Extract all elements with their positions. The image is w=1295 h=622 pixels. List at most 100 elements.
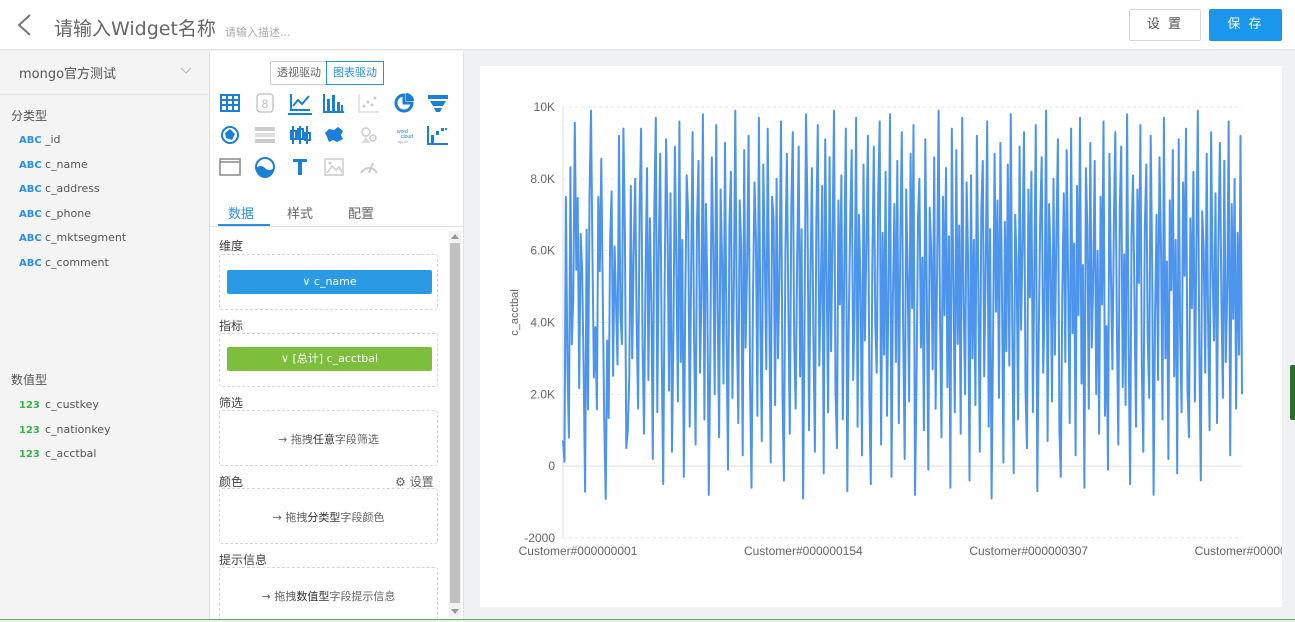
scroll-down-icon[interactable] [451, 609, 459, 614]
svg-text:8: 8 [262, 97, 269, 111]
field-type-tag: ABC [19, 135, 42, 146]
bubble-map-icon[interactable] [357, 123, 381, 147]
chart-area: 10K 8.0K 6.0K 4.0K 2.0K 0 -2000 c_acctbal Custom… [465, 51, 1295, 619]
image-icon[interactable] [322, 155, 346, 179]
scatter-icon[interactable] [357, 91, 381, 115]
widget-description-input[interactable]: 请输入描述... [225, 24, 291, 40]
numeric-group-label: 数值型 [11, 373, 48, 387]
category-group-label: 分类型 [11, 109, 48, 123]
field-type-tag: ABC [19, 257, 42, 269]
scroll-up-icon[interactable] [451, 234, 459, 239]
metric-pill[interactable]: ∨ [总计] c_acctbal [227, 347, 432, 371]
filter-label: 筛选 [219, 396, 244, 410]
back-arrow-icon[interactable] [14, 13, 36, 37]
filter-dropzone[interactable]: → 拖拽任意字段筛选 [219, 410, 438, 466]
rectangle-icon[interactable] [218, 155, 242, 179]
active-tab-indicator [218, 224, 270, 226]
datasource-name: mongo官方测试 [19, 67, 117, 82]
number-icon[interactable]: 8 [253, 91, 277, 115]
waterfall-icon[interactable] [426, 123, 450, 147]
gauge-icon[interactable] [357, 155, 381, 179]
field-type-tag: 123 [19, 424, 40, 436]
text-icon[interactable] [288, 155, 312, 179]
field-type-tag: ABC [19, 159, 42, 171]
config-panel: 透视驱动 图表驱动 8 word cloud apple 数据 样式 配置 维度 ∨… [210, 51, 464, 622]
y-tick-label: 0 [548, 459, 555, 473]
field-name: _id [45, 133, 61, 146]
tab-config[interactable]: 配置 [348, 203, 374, 222]
line-chart[interactable]: 10K 8.0K 6.0K 4.0K 2.0K 0 -2000 c_acctbal Custom… [480, 66, 1295, 607]
color-hint: → 拖拽分类型字段颜色 [272, 511, 385, 524]
field-name: c_acctbal [45, 447, 97, 460]
fields-panel: mongo官方测试 分类型 ABC _id ABC c_name ABC c_addres… [0, 51, 210, 619]
field-name: c_comment [45, 255, 109, 269]
field-name: c_nationkey [45, 422, 111, 436]
y-tick-label: 2.0K [530, 387, 555, 401]
datasource-select[interactable]: mongo官方测试 [0, 51, 209, 95]
chart-card: 10K 8.0K 6.0K 4.0K 2.0K 0 -2000 c_acctbal Custom… [480, 66, 1295, 607]
y-tick-label: 4.0K [530, 316, 555, 330]
x-tick-label: Customer#000000460 [1195, 544, 1282, 558]
chart-drive-option[interactable]: 图表驱动 [326, 61, 384, 85]
y-tick-label: 8.0K [530, 172, 555, 186]
svg-text:apple: apple [398, 139, 409, 144]
pivot-drive-option[interactable]: 透视驱动 [271, 62, 327, 84]
header-bar: 请输入Widget名称 请输入描述... 设 置 保 存 [0, 0, 1295, 50]
pie-icon[interactable] [392, 91, 416, 115]
field-name: c_custkey [45, 398, 99, 411]
tooltip-dropzone[interactable]: → 拖拽数值型字段提示信息 [219, 567, 438, 622]
scroll-thumb[interactable] [450, 243, 460, 603]
metric-dropzone[interactable]: ∨ [总计] c_acctbal [219, 333, 438, 387]
field-name: c_phone [45, 206, 91, 220]
filter-hint: → 拖拽任意字段筛选 [278, 433, 379, 446]
tooltip-label: 提示信息 [219, 553, 268, 567]
field-item[interactable]: 123 c_acctbal [19, 447, 96, 465]
x-tick-label: Customer#000000154 [744, 544, 863, 558]
widget-name-input[interactable]: 请输入Widget名称 [54, 14, 216, 41]
field-type-tag: 123 [19, 400, 40, 411]
dimension-dropzone[interactable]: ∨ c_name [219, 254, 438, 310]
field-item[interactable]: ABC c_phone [19, 207, 91, 225]
field-item[interactable]: ABC c_comment [19, 256, 109, 274]
side-panel-handle[interactable] [1290, 365, 1295, 420]
dimension-pill[interactable]: ∨ c_name [227, 270, 432, 294]
field-type-tag: 123 [19, 449, 40, 460]
settings-button[interactable]: 设 置 [1129, 9, 1201, 41]
tab-data[interactable]: 数据 [228, 203, 254, 222]
metric-label: 指标 [219, 319, 244, 333]
field-item[interactable]: 123 c_nationkey [19, 423, 111, 441]
wordcloud-icon[interactable]: word cloud apple [392, 123, 416, 147]
bar-chart-icon[interactable] [322, 91, 346, 115]
liquid-icon[interactable] [253, 155, 277, 179]
x-tick-label: Customer#000000307 [969, 544, 1088, 558]
x-tick-label: Customer#000000001 [519, 544, 638, 558]
y-tick-label: -2000 [524, 531, 555, 545]
save-button[interactable]: 保 存 [1209, 9, 1282, 41]
field-item[interactable]: ABC _id [19, 133, 61, 151]
config-scrollbar[interactable] [449, 231, 461, 617]
field-item[interactable]: ABC c_mktsegment [19, 231, 126, 249]
dimension-label: 维度 [219, 239, 244, 253]
field-type-tag: ABC [19, 208, 42, 220]
tooltip-hint: → 拖拽数值型字段提示信息 [261, 590, 396, 603]
config-tabs: 数据 样式 配置 [210, 199, 464, 227]
funnel-icon[interactable] [426, 91, 450, 115]
boxplot-icon[interactable] [288, 123, 312, 147]
field-item[interactable]: ABC c_address [19, 182, 100, 200]
map-icon[interactable] [322, 123, 346, 147]
field-name: c_name [45, 157, 88, 171]
heat-table-icon[interactable] [253, 123, 277, 147]
field-name: c_address [45, 182, 100, 195]
series-line [562, 109, 1243, 500]
table-icon[interactable] [218, 91, 242, 115]
field-item[interactable]: ABC c_name [19, 158, 88, 176]
tab-style[interactable]: 样式 [287, 203, 313, 222]
line-chart-icon[interactable] [288, 91, 312, 115]
y-tick-label: 10K [534, 100, 555, 114]
color-dropzone[interactable]: → 拖拽分类型字段颜色 [219, 488, 438, 544]
field-type-tag: ABC [19, 184, 42, 195]
field-type-tag: ABC [19, 233, 42, 244]
chevron-down-icon [180, 67, 192, 74]
radar-icon[interactable] [218, 123, 242, 147]
field-item[interactable]: 123 c_custkey [19, 398, 99, 416]
